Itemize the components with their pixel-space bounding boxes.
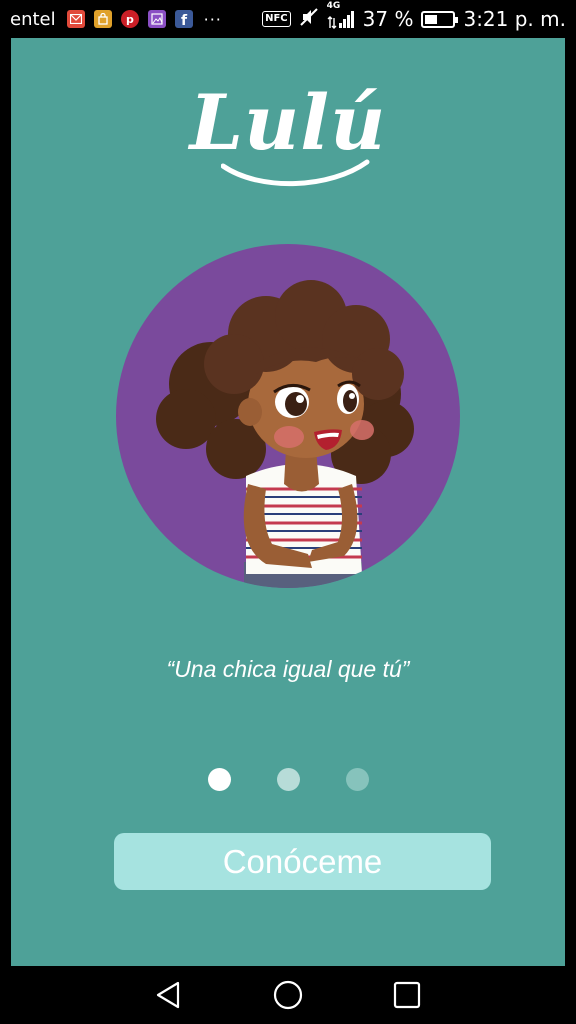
home-icon[interactable] xyxy=(268,975,308,1015)
ear xyxy=(238,398,262,426)
carrier-name: entel xyxy=(10,8,56,30)
svg-text:f: f xyxy=(181,13,188,26)
page-dot-1[interactable] xyxy=(207,768,231,791)
onboarding-screen: Lulú “Una chica igual que tú” Conóceme xyxy=(11,38,565,966)
battery-fill xyxy=(425,14,437,24)
battery-icon xyxy=(421,10,459,28)
battery-percent: 37 % xyxy=(362,7,414,31)
navigation-bar xyxy=(0,966,576,1024)
page-indicator xyxy=(11,768,565,791)
logo-swash xyxy=(221,159,370,187)
page-dot-3[interactable] xyxy=(345,768,369,791)
mute-icon xyxy=(299,7,319,31)
more-notifications-icon: ··· xyxy=(203,9,222,29)
nfc-icon: NFC xyxy=(262,11,291,27)
pinterest-icon: p xyxy=(120,10,139,28)
mail-app-icon xyxy=(66,10,85,28)
character-illustration xyxy=(116,244,460,588)
conoceme-button[interactable]: Conóceme xyxy=(114,833,491,890)
recents-icon[interactable] xyxy=(387,975,427,1015)
back-icon[interactable] xyxy=(149,975,189,1015)
status-left: entel p f ··· xyxy=(10,9,222,30)
status-right: NFC 4G 37 % 3:21 p. m. xyxy=(262,1,566,31)
tagline: “Una chica igual que tú” xyxy=(166,656,410,682)
gallery-app-icon xyxy=(147,10,166,28)
status-bar: entel p f ··· NFC 4G 37 % 3:21 p. m. xyxy=(0,0,576,38)
page-dot-2[interactable] xyxy=(276,768,300,791)
network-type: 4G xyxy=(326,1,341,11)
left-cheek xyxy=(274,426,304,448)
clock: 3:21 p. m. xyxy=(463,7,566,31)
signal-icon: 4G xyxy=(327,1,355,29)
svg-text:p: p xyxy=(126,13,134,25)
facebook-icon: f xyxy=(174,10,193,28)
store-app-icon xyxy=(93,10,112,28)
right-cheek xyxy=(350,420,374,440)
app-logo: Lulú xyxy=(189,78,387,167)
